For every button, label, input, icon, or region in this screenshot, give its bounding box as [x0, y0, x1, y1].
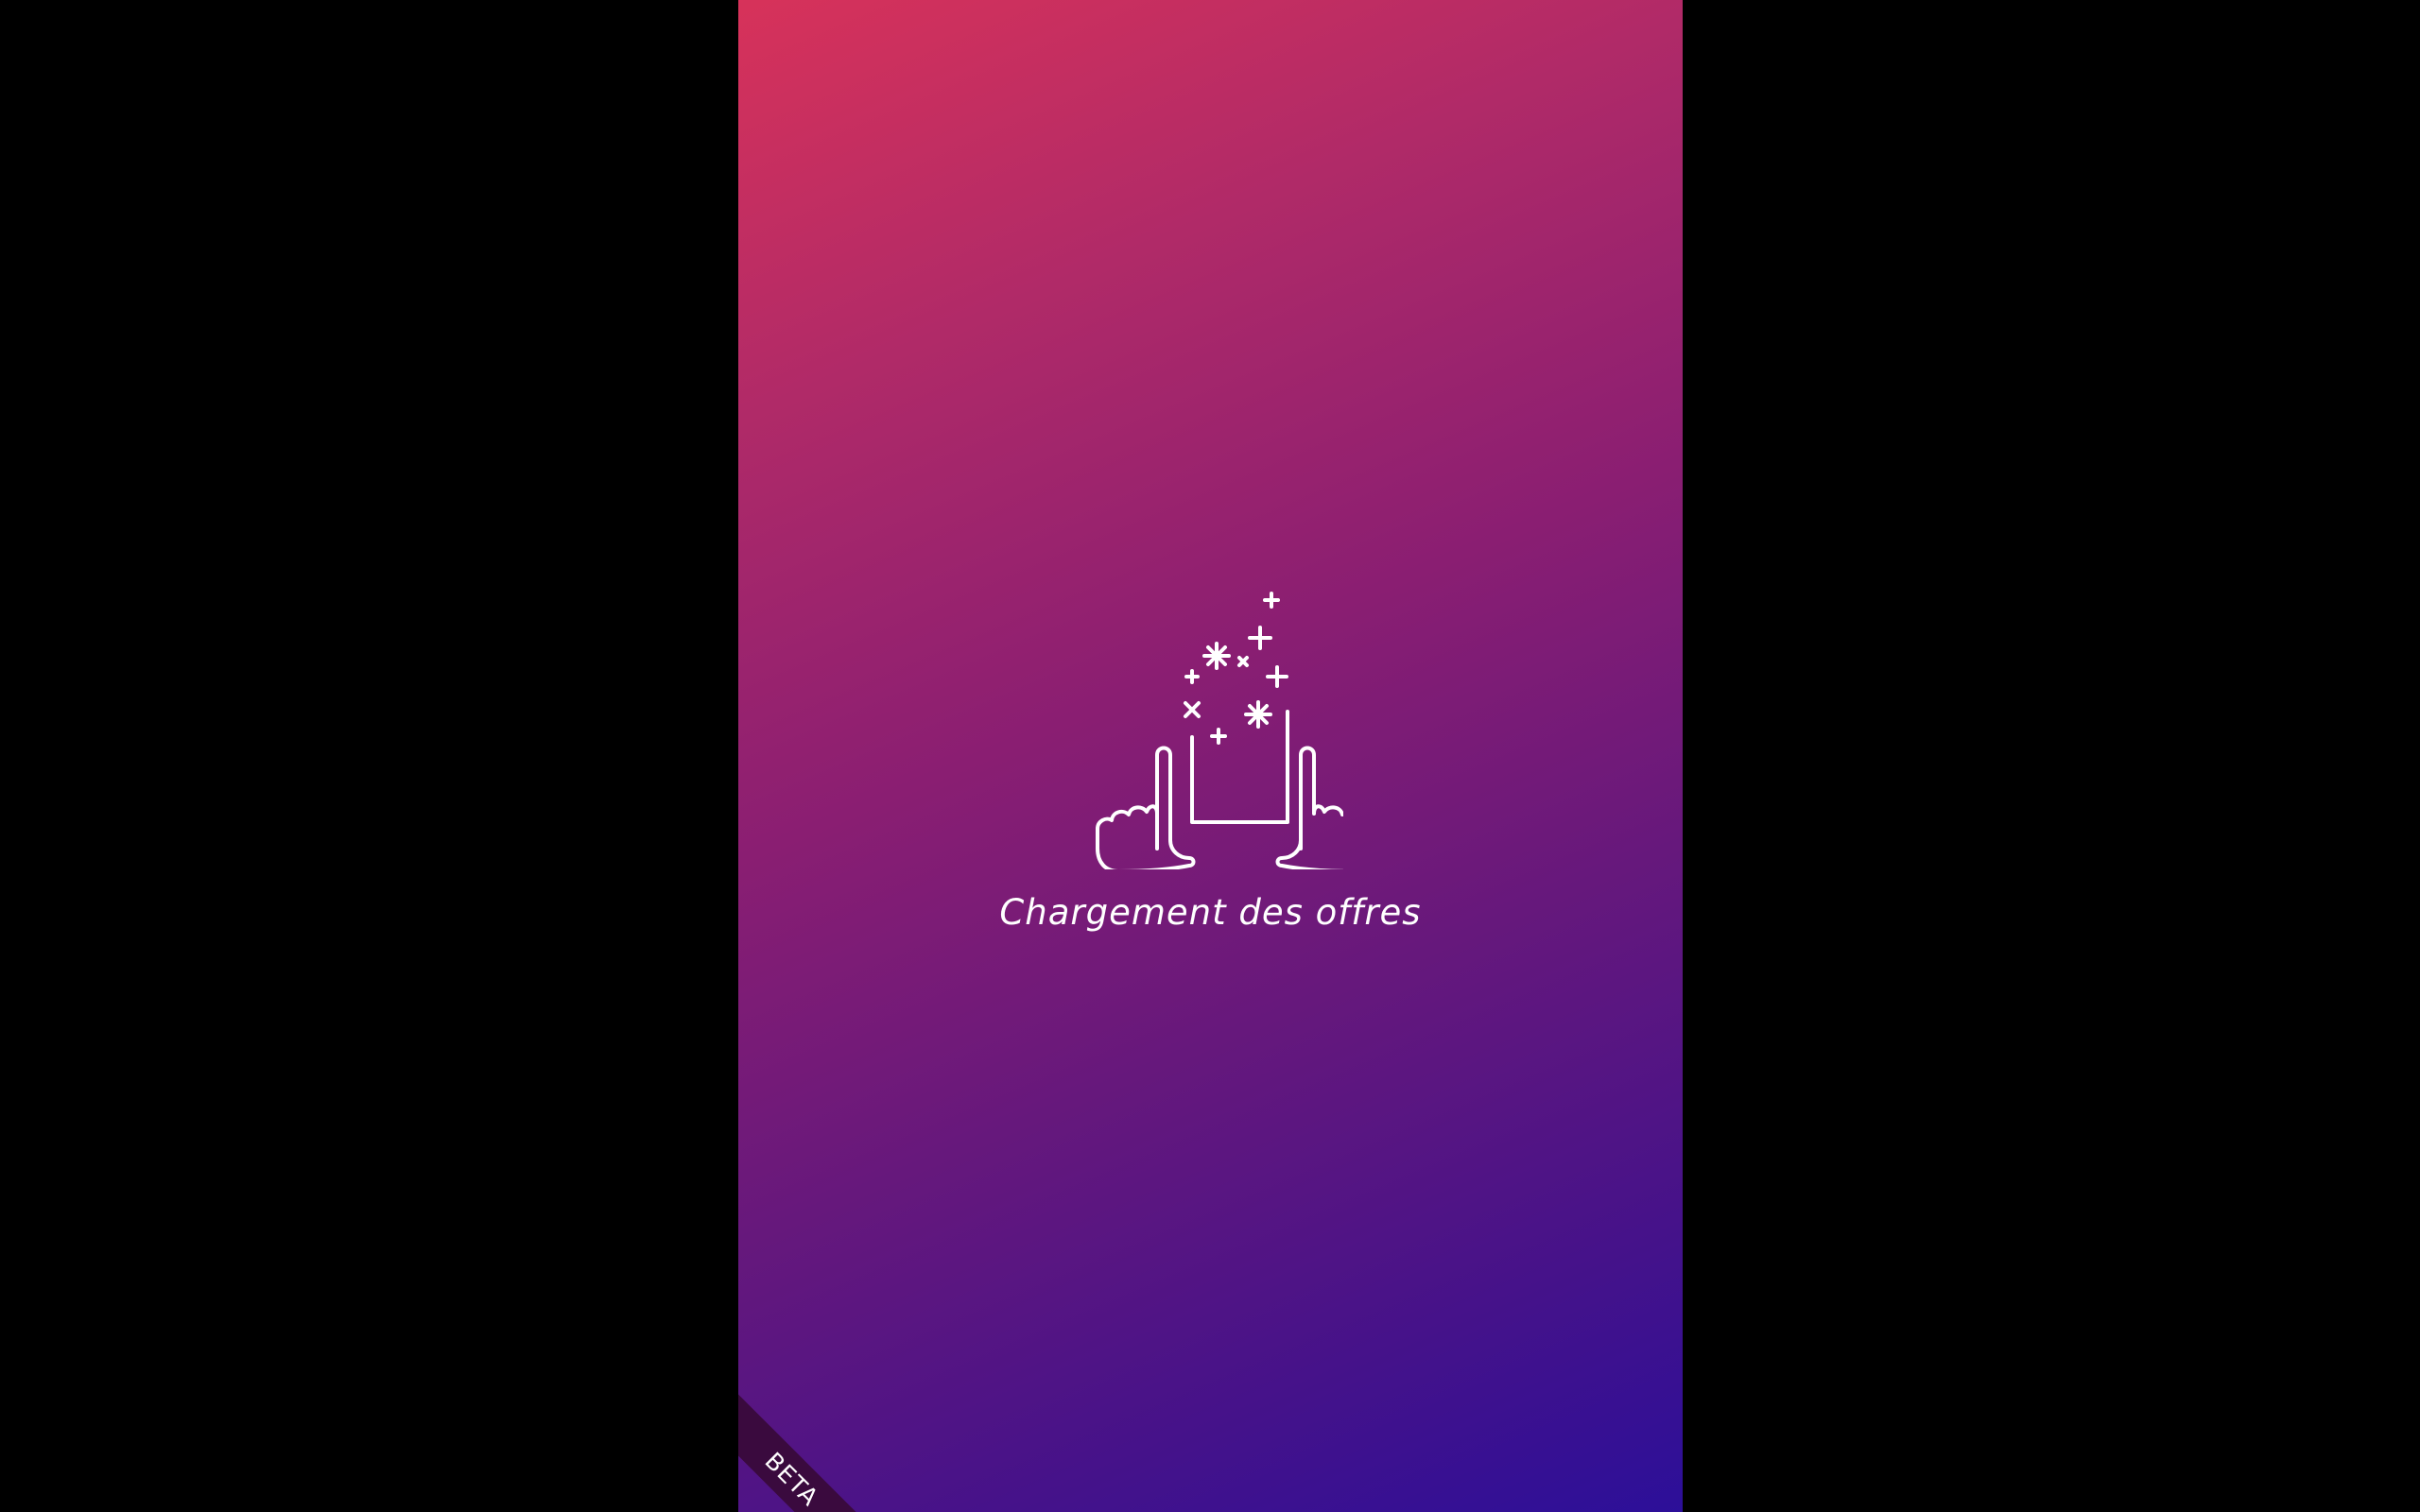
sparkle-plus-icon [1184, 592, 1288, 745]
loading-message: Chargement des offres [999, 892, 1422, 933]
frame-outline [1189, 710, 1289, 824]
hands-framing-sparkles-icon [1095, 592, 1343, 869]
beta-label: BETA [759, 1446, 825, 1512]
left-hand [1095, 746, 1195, 869]
sparkle-star-icon [1201, 642, 1272, 729]
app-frame: Chargement des offres BETA [738, 0, 1683, 1512]
loading-view: Chargement des offres [738, 572, 1683, 933]
screen: Chargement des offres BETA [0, 0, 2420, 1512]
beta-ribbon: BETA [738, 1386, 885, 1512]
